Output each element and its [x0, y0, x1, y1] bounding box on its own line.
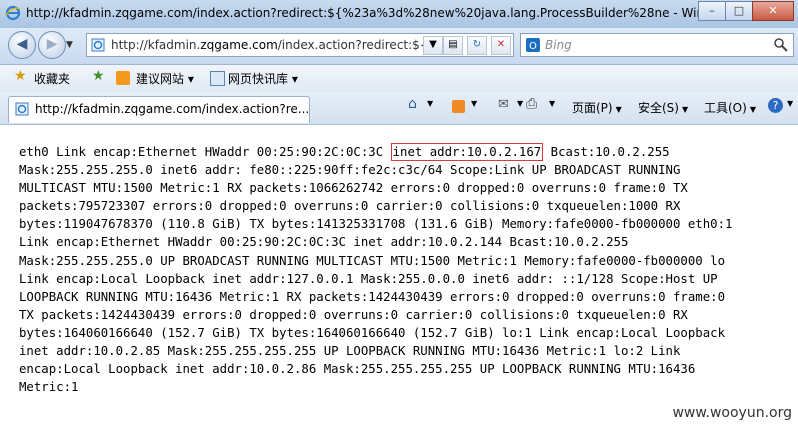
svg-text:O: O — [529, 41, 537, 52]
compatibility-view-icon[interactable]: ▤ — [443, 36, 463, 55]
tab-page-icon — [15, 102, 29, 116]
print-icon[interactable]: ⎙ — [526, 96, 537, 112]
mail-dropdown-icon[interactable]: ▼ — [517, 99, 523, 108]
search-icon[interactable] — [773, 37, 789, 53]
search-provider-icon: O — [526, 38, 540, 52]
feeds-dropdown-icon[interactable]: ▼ — [471, 99, 477, 108]
suggested-sites-icon — [116, 71, 130, 85]
print-dropdown-icon[interactable]: ▼ — [549, 99, 555, 108]
tools-menu[interactable]: 工具(O) ▼ — [704, 99, 756, 116]
command-output: eth0 Link encap:Ethernet HWaddr 00:25:90… — [19, 143, 789, 396]
output-rest: Mask:255.255.255.0 inet6 addr: fe80::225… — [19, 163, 733, 395]
favorites-star-icon[interactable]: ★ — [14, 68, 27, 84]
favorites-button[interactable]: 收藏夹 — [34, 70, 70, 87]
favorites-item-suggested[interactable]: 建议网站 ▾ — [136, 70, 194, 87]
title-bar: http://kfadmin.zqgame.com/index.action?r… — [0, 0, 798, 29]
page-icon — [91, 38, 105, 52]
search-box[interactable]: O Bing — [520, 33, 794, 57]
watermark: www.wooyun.org — [672, 405, 792, 421]
tab-row: http://kfadmin.zqgame.com/index.action?r… — [0, 92, 798, 125]
output-line-start: eth0 Link encap:Ethernet HWaddr 00:25:90… — [19, 145, 391, 159]
address-bar[interactable]: http://kfadmin.zqgame.com/index.action?r… — [86, 33, 514, 57]
page-content: eth0 Link encap:Ethernet HWaddr 00:25:90… — [0, 125, 798, 427]
browser-window: http://kfadmin.zqgame.com/index.action?r… — [0, 0, 798, 427]
highlighted-inet-addr: inet addr:10.0.2.167 — [390, 143, 544, 161]
tab-title: http://kfadmin.zqgame.com/index.action?r… — [35, 102, 310, 116]
feeds-icon[interactable] — [452, 100, 465, 113]
arrow-right-icon: ▶ — [46, 36, 58, 52]
page-menu[interactable]: 页面(P) ▼ — [572, 99, 622, 116]
refresh-icon[interactable]: ↻ — [467, 36, 487, 55]
window-title: http://kfadmin.zqgame.com/index.action?r… — [26, 6, 706, 20]
stop-icon[interactable]: ✕ — [491, 36, 511, 55]
add-favorite-icon[interactable]: ★ — [92, 68, 105, 84]
back-button[interactable]: ◀ — [8, 31, 36, 59]
safety-menu[interactable]: 安全(S) ▼ — [638, 99, 688, 116]
favorites-item-webslice[interactable]: 网页快讯库 ▾ — [228, 70, 298, 87]
home-icon[interactable]: ⌂ — [408, 96, 417, 112]
active-tab[interactable]: http://kfadmin.zqgame.com/index.action?r… — [8, 96, 310, 123]
help-dropdown-icon[interactable]: ▼ — [787, 99, 793, 108]
help-icon[interactable]: ? — [768, 98, 783, 113]
address-url[interactable]: http://kfadmin.zqgame.com/index.action?r… — [111, 38, 431, 52]
home-dropdown-icon[interactable]: ▼ — [427, 99, 433, 108]
mail-icon[interactable]: ✉ — [498, 97, 509, 112]
address-dropdown-icon[interactable]: ▼ — [423, 36, 443, 55]
output-line-end: Bcast:10.0.2.255 — [543, 145, 670, 159]
ie-logo-icon — [5, 5, 21, 21]
arrow-left-icon: ◀ — [16, 36, 28, 52]
minimize-button[interactable]: – — [698, 1, 726, 21]
search-placeholder: Bing — [545, 38, 572, 52]
forward-button[interactable]: ▶ — [38, 31, 66, 59]
favorites-bar: ★ 收藏夹 ★ 建议网站 ▾ 网页快讯库 ▾ — [0, 65, 798, 93]
close-button[interactable]: ✕ — [752, 1, 794, 21]
history-dropdown-icon[interactable]: ▼ — [66, 40, 73, 50]
navigation-bar: ◀ ▶ ▼ http://kfadmin.zqgame.com/index.ac… — [0, 28, 798, 65]
web-slice-icon — [210, 71, 225, 86]
maximize-button[interactable]: □ — [725, 1, 753, 21]
